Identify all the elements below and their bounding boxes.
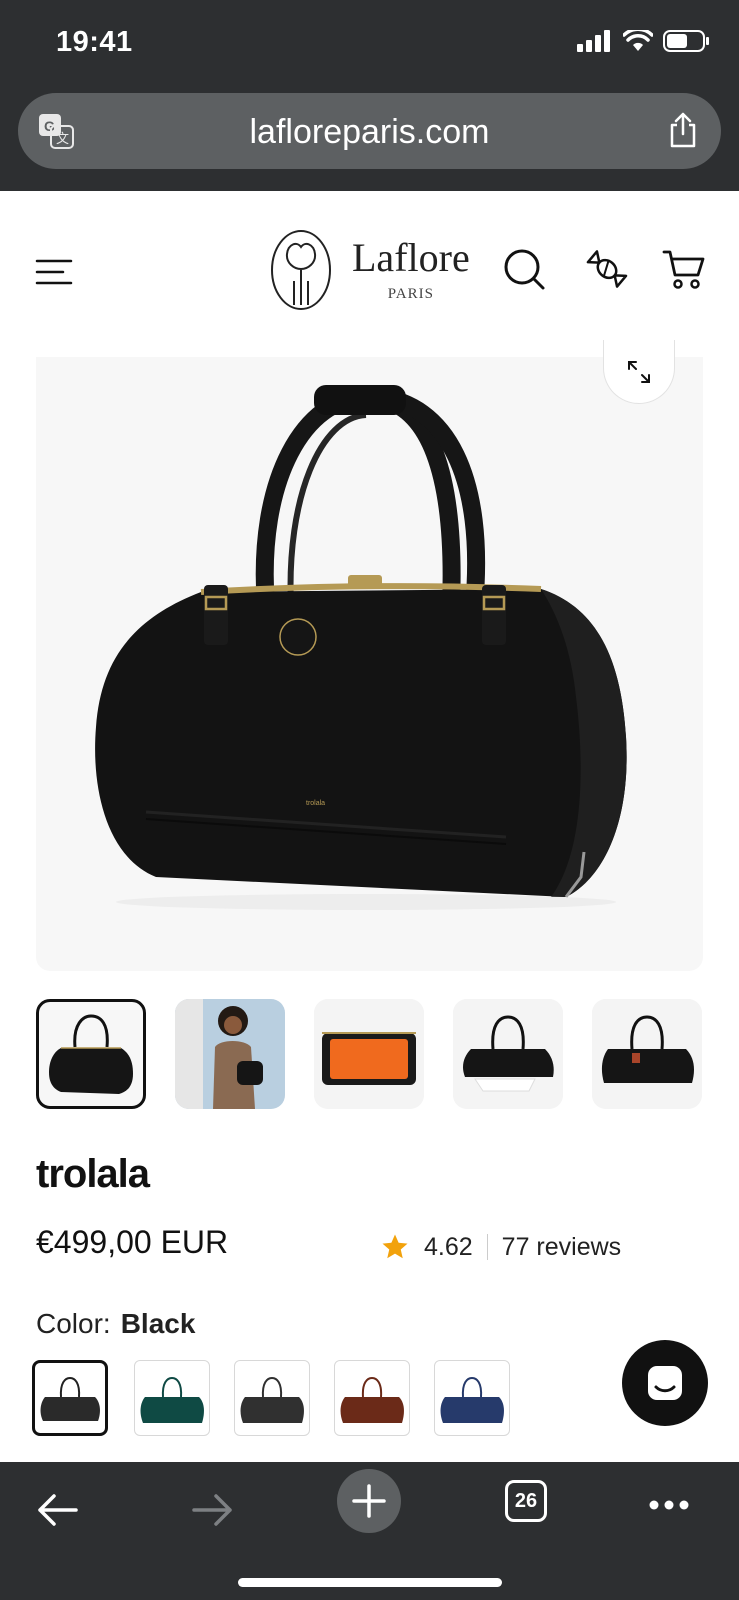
svg-text:trolala: trolala (306, 800, 325, 807)
chat-button[interactable] (622, 1340, 708, 1426)
plus-icon (352, 1484, 386, 1518)
menu-icon[interactable] (35, 258, 73, 286)
new-tab-button[interactable] (337, 1469, 401, 1533)
forward-arrow-icon[interactable] (192, 1492, 234, 1528)
swatch-bag-green-icon (140, 1376, 204, 1423)
bag-illustration: trolala (95, 385, 627, 910)
color-value: Black (120, 1308, 196, 1339)
reviews-count[interactable]: 77 reviews (502, 1233, 622, 1262)
candy-icon[interactable] (585, 247, 629, 291)
brand-name: Laflore (352, 234, 470, 280)
swatch-black-2[interactable] (234, 1360, 310, 1436)
thumb-interior-icon (314, 999, 424, 1109)
wifi-icon (623, 30, 653, 51)
swatch-bag-navy-icon (440, 1376, 504, 1423)
status-time: 19:41 (56, 26, 133, 58)
tabs-count-button[interactable]: 26 (505, 1480, 547, 1522)
thumbnail-3[interactable] (314, 999, 424, 1109)
expand-icon (628, 360, 650, 383)
thumbnail-5[interactable] (592, 999, 702, 1109)
thumb-bag-open-icon (453, 999, 563, 1109)
thumb-model-icon (175, 999, 285, 1109)
product-title: trolala (36, 1152, 150, 1196)
product-price: €499,00 EUR (36, 1224, 229, 1260)
product-main-image[interactable]: trolala (36, 357, 703, 971)
swatch-brown[interactable] (334, 1360, 410, 1436)
url-text[interactable]: lafloreparis.com (18, 113, 721, 152)
color-swatches (32, 1360, 512, 1438)
thumbnail-2[interactable] (175, 999, 285, 1109)
thumb-bag-side-icon (592, 999, 702, 1109)
swatch-bag-black2-icon (240, 1376, 304, 1423)
address-bar[interactable]: G 文 lafloreparis.com (18, 93, 721, 169)
color-label: Color: Black (36, 1308, 195, 1340)
site-header: Laflore PARIS (0, 191, 739, 351)
product-rating[interactable]: 4.62 77 reviews (380, 1232, 621, 1262)
brand-sub: PARIS (387, 285, 434, 302)
back-arrow-icon[interactable] (36, 1492, 78, 1528)
color-label-text: Color: (36, 1308, 111, 1339)
thumbnail-strip (36, 999, 703, 1111)
cart-icon[interactable] (662, 247, 706, 291)
status-icons (577, 30, 709, 52)
more-options-icon[interactable] (648, 1499, 690, 1511)
rating-value: 4.62 (424, 1232, 473, 1261)
chat-icon (648, 1366, 682, 1400)
thumbnail-1[interactable] (36, 999, 146, 1109)
share-icon[interactable] (667, 111, 699, 149)
swatch-bag-black-icon (40, 1376, 100, 1421)
swatch-green[interactable] (134, 1360, 210, 1436)
brand-logo[interactable]: Laflore PARIS (270, 229, 470, 311)
battery-icon (663, 30, 709, 52)
star-icon (382, 1234, 408, 1259)
thumb-bag-icon (49, 1014, 133, 1094)
home-indicator (238, 1578, 502, 1587)
laflore-logo-icon (271, 230, 331, 310)
rating-divider (486, 1234, 488, 1260)
thumbnail-4[interactable] (453, 999, 563, 1109)
swatch-bag-brown-icon (340, 1376, 404, 1423)
search-icon[interactable] (502, 247, 546, 291)
signal-icon (577, 30, 610, 52)
swatch-black[interactable] (32, 1360, 108, 1436)
swatch-navy[interactable] (434, 1360, 510, 1436)
browser-top-chrome: 19:41 G 文 lafloreparis.com (0, 0, 739, 191)
